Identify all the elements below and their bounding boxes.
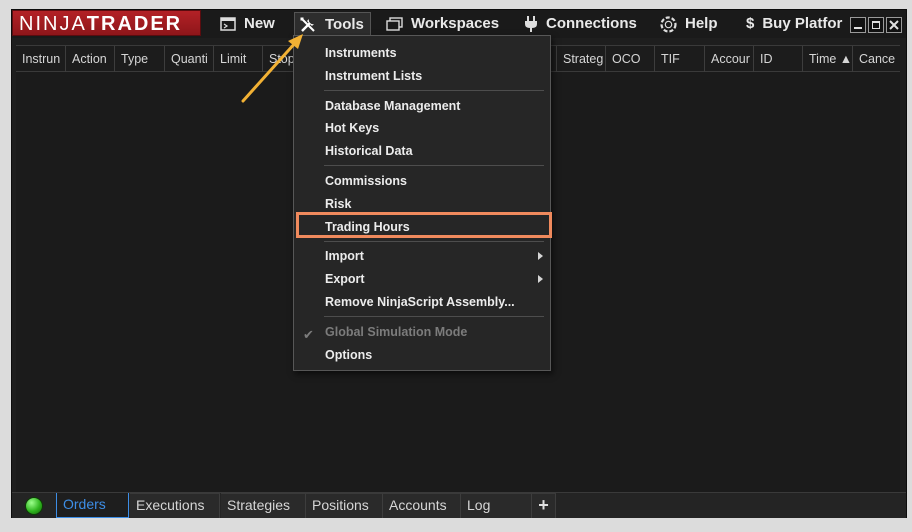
menu-item-risk[interactable]: Risk	[294, 193, 550, 215]
tab-executions[interactable]: Executions	[130, 493, 220, 518]
column-header-cancel[interactable]: Cance	[852, 46, 900, 72]
menu-item-options[interactable]: Options	[294, 344, 550, 366]
help-lifebuoy-icon	[660, 15, 677, 33]
menu-item-database-management[interactable]: Database Management	[294, 95, 550, 117]
column-header-action[interactable]: Action	[65, 46, 114, 72]
minimize-button[interactable]	[850, 17, 866, 33]
column-header-type[interactable]: Type	[114, 46, 164, 72]
bottom-tab-bar: Orders Executions Strategies Positions A…	[12, 492, 906, 518]
plug-icon	[525, 16, 537, 32]
submenu-arrow-icon	[538, 252, 543, 260]
menu-item-trading-hours[interactable]: Trading Hours	[294, 216, 550, 238]
tools-dropdown-menu: Instruments Instrument Lists Database Ma…	[293, 35, 551, 371]
menu-item-remove-ninjascript-assembly[interactable]: Remove NinjaScript Assembly...	[294, 291, 550, 313]
column-header-instrument[interactable]: Instrun	[16, 46, 65, 72]
workspaces-icon	[386, 17, 403, 31]
maximize-icon	[872, 21, 880, 29]
column-header-id[interactable]: ID	[753, 46, 802, 72]
column-header-tif[interactable]: TIF	[654, 46, 704, 72]
menu-tools[interactable]: Tools	[294, 12, 371, 36]
connection-status-icon	[25, 497, 43, 515]
menu-separator	[324, 316, 544, 317]
checkmark-icon: ✔	[303, 327, 314, 342]
menu-buy-platform[interactable]: $ Buy Platfor	[746, 12, 842, 36]
ninjatrader-logo: NINJATRADER	[12, 10, 201, 36]
menu-item-instrument-lists[interactable]: Instrument Lists	[294, 65, 550, 87]
column-header-limit[interactable]: Limit	[213, 46, 262, 72]
menu-item-commissions[interactable]: Commissions	[294, 170, 550, 192]
menu-new[interactable]: New	[220, 12, 275, 36]
tab-strategies[interactable]: Strategies	[221, 493, 306, 518]
menu-connections[interactable]: Connections	[524, 12, 637, 36]
tab-orders[interactable]: Orders	[56, 493, 129, 518]
menu-item-historical-data[interactable]: Historical Data	[294, 140, 550, 162]
maximize-button[interactable]	[868, 17, 884, 33]
menu-item-global-simulation-mode: ✔ Global Simulation Mode	[294, 321, 550, 343]
menu-item-export[interactable]: Export	[294, 268, 550, 290]
tab-accounts[interactable]: Accounts	[383, 493, 461, 518]
column-header-oco[interactable]: OCO	[605, 46, 654, 72]
close-icon	[889, 20, 899, 30]
close-button[interactable]	[886, 17, 902, 33]
menu-item-instruments[interactable]: Instruments	[294, 42, 550, 64]
menu-workspaces[interactable]: Workspaces	[386, 12, 499, 36]
submenu-arrow-icon	[538, 275, 543, 283]
new-window-icon	[220, 17, 236, 31]
add-tab-button[interactable]: +	[532, 493, 556, 518]
column-header-quantity[interactable]: Quanti	[164, 46, 213, 72]
minimize-icon	[854, 27, 862, 29]
column-header-account[interactable]: Accour	[704, 46, 753, 72]
menu-separator	[324, 165, 544, 166]
column-header-time[interactable]: Time ▲	[802, 46, 852, 72]
menu-separator	[324, 241, 544, 242]
tab-positions[interactable]: Positions	[306, 493, 383, 518]
menu-separator	[324, 90, 544, 91]
menu-bar: NINJATRADER New Tools Workspaces Connect…	[12, 10, 906, 38]
dollar-icon: $	[746, 15, 755, 32]
tab-log[interactable]: Log	[461, 493, 532, 518]
window-controls	[850, 17, 902, 33]
menu-item-import[interactable]: Import	[294, 245, 550, 267]
column-header-strategy[interactable]: Strateg	[556, 46, 605, 72]
menu-help[interactable]: Help	[660, 12, 718, 36]
menu-item-hot-keys[interactable]: Hot Keys	[294, 117, 550, 139]
tools-icon	[300, 17, 315, 32]
